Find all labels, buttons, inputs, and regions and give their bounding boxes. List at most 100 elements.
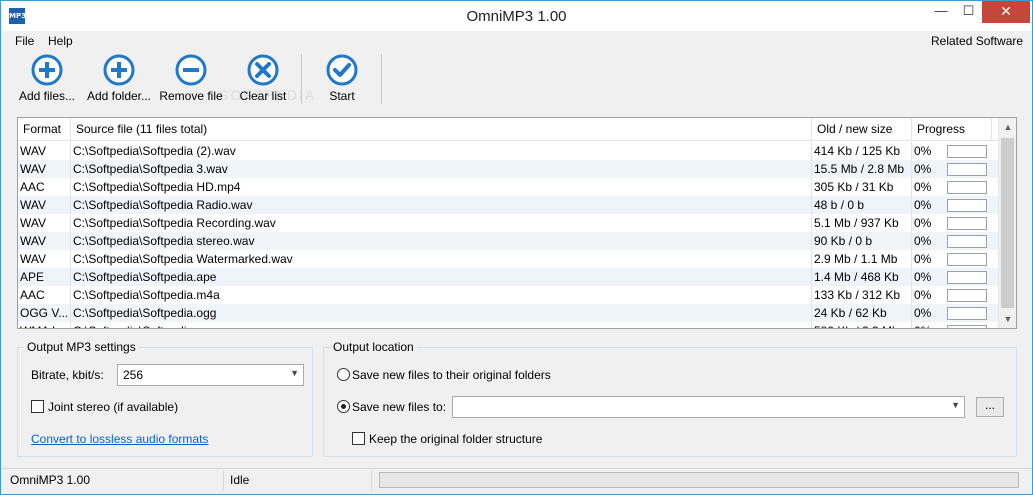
bitrate-value: 256 [123,368,144,382]
cell-progress: 0% [914,234,932,248]
status-state: Idle [230,473,250,487]
bitrate-label: Bitrate, kbit/s: [31,368,104,382]
menu-help[interactable]: Help [48,34,73,48]
clear-list-button[interactable]: Clear list [236,54,290,106]
maximize-button[interactable]: ☐ [955,1,982,23]
row-progress-bar [947,307,987,320]
toolbar-separator [381,54,382,104]
cell-progress: 0% [914,270,932,284]
remove-file-label: Remove file [159,89,223,103]
scroll-thumb[interactable] [1001,138,1014,308]
overall-progress-bar [379,472,1019,488]
table-row[interactable]: APE C:\Softpedia\Softpedia.ape 1.4 Mb / 46… [18,268,998,286]
cell-progress: 0% [914,144,932,158]
menu-related-software[interactable]: Related Software [931,34,1023,48]
cell-source: C:\Softpedia\Softpedia.ogg [71,304,812,322]
title-bar: MP3 OmniMP3 1.00 — ☐ ✕ [1,1,1032,31]
cell-source: C:\Softpedia\Softpedia HD.mp4 [71,178,812,196]
row-progress-bar [947,199,987,212]
add-files-label: Add files... [18,89,76,103]
keep-structure-checkbox[interactable] [352,432,365,445]
cell-size: 414 Kb / 125 Kb [812,142,912,160]
scroll-down-icon[interactable]: ▼ [999,310,1016,328]
toolbar-separator [301,54,302,104]
row-progress-bar [947,145,987,158]
column-source-header[interactable]: Source file (11 files total) [71,118,812,141]
row-progress-bar [947,253,987,266]
menu-file[interactable]: File [15,34,34,48]
chevron-down-icon: ▼ [951,400,960,410]
minus-circle-icon [175,54,207,86]
x-circle-icon [247,54,279,86]
save-to-radio[interactable] [337,400,350,413]
cell-source: C:\Softpedia\Softpedia stereo.wav [71,232,812,250]
save-to-path-select[interactable]: ▼ [452,396,965,418]
cell-source: C:\Softpedia\Softpedia Watermarked.wav [71,250,812,268]
close-button[interactable]: ✕ [982,1,1030,23]
check-circle-icon [326,54,358,86]
chevron-down-icon: ▼ [290,368,299,378]
row-progress-bar [947,163,987,176]
column-progress-header[interactable]: Progress [912,118,992,141]
convert-lossless-link[interactable]: Convert to lossless audio formats [31,432,208,446]
joint-stereo-checkbox[interactable] [31,400,44,413]
column-size-header[interactable]: Old / new size [812,118,912,141]
cell-progress: 0% [914,198,932,212]
cell-progress: 0% [914,288,932,302]
original-folders-label: Save new files to their original folders [352,368,551,382]
cell-progress: 0% [912,322,947,328]
joint-stereo-label: Joint stereo (if available) [48,400,179,414]
table-row[interactable]: OGG V... C:\Softpedia\Softpedia.ogg 24 Kb … [18,304,998,322]
start-button[interactable]: Start [319,54,365,106]
table-row[interactable]: WAV C:\Softpedia\Softpedia stereo.wav 90 K… [18,232,998,250]
list-scrollbar[interactable]: ▲ ▼ [998,118,1016,328]
cell-size: 90 Kb / 0 b [812,232,912,250]
cell-progress: 0% [914,252,932,266]
original-folders-radio[interactable] [337,368,350,381]
cell-size: 5.1 Mb / 937 Kb [812,214,912,232]
file-list[interactable]: Format Source file (11 files total) Old … [17,117,1017,329]
cell-source: C:\Softpedia\Softpedia Recording.wav [71,214,812,232]
status-app-name: OmniMP3 1.00 [10,473,91,487]
remove-file-button[interactable]: Remove file [157,54,225,106]
cell-source: C:\Softpedia\Softpedia (2).wav [71,142,812,160]
table-row[interactable]: AAC C:\Softpedia\Softpedia.m4a 133 Kb / 31… [18,286,998,304]
table-row[interactable]: WAV C:\Softpedia\Softpedia (2).wav 414 Kb … [18,142,998,160]
list-rows: WAV C:\Softpedia\Softpedia (2).wav 414 Kb … [18,142,998,328]
cell-format: WAV [18,214,71,232]
add-folder-label: Add folder... [86,89,152,103]
status-separator [223,471,224,491]
table-row[interactable]: WAV C:\Softpedia\Softpedia Watermarked.wa… [18,250,998,268]
cell-progress: 0% [914,162,932,176]
window-title: OmniMP3 1.00 [466,8,567,25]
table-row[interactable]: WAV C:\Softpedia\Softpedia Recording.wav 5… [18,214,998,232]
browse-button[interactable]: ... [976,397,1004,417]
table-row[interactable]: WAV C:\Softpedia\Softpedia 3.wav 15.5 Mb /… [18,160,998,178]
status-bar: OmniMP3 1.00 Idle [1,468,1032,494]
row-progress-bar [947,271,987,284]
table-row[interactable]: WMA L...C:\Softpedia\Softpedia...580 Kb … [18,322,998,328]
cell-format: WAV [18,250,71,268]
table-row[interactable]: WAV C:\Softpedia\Softpedia Radio.wav 48 b … [18,196,998,214]
cell-size: 2.9 Mb / 1.1 Mb [812,250,912,268]
row-progress-bar [947,289,987,302]
cell-source: C:\Softpedia\Softpedia 3.wav [71,160,812,178]
cell-format: AAC [18,286,71,304]
table-row[interactable]: AAC C:\Softpedia\Softpedia HD.mp4 305 Kb /… [18,178,998,196]
output-mp3-settings-group: Output MP3 settings Bitrate, kbit/s: 256… [17,340,313,457]
app-window: MP3 OmniMP3 1.00 — ☐ ✕ File Help Related… [0,0,1033,495]
minimize-button[interactable]: — [927,1,955,23]
column-format-header[interactable]: Format [18,118,71,141]
cell-size: 48 b / 0 b [812,196,912,214]
save-to-label: Save new files to: [352,400,447,414]
add-files-button[interactable]: Add files... [15,54,79,106]
cell-format: WMA L... [18,322,71,328]
add-folder-button[interactable]: Add folder... [84,54,154,106]
bitrate-select[interactable]: 256 ▼ [117,364,304,386]
cell-format: AAC [18,178,71,196]
cell-size: 133 Kb / 312 Kb [812,286,912,304]
scroll-up-icon[interactable]: ▲ [999,118,1016,136]
output-location-group: Output location Save new files to their … [323,340,1017,457]
group-title: Output MP3 settings [24,340,139,354]
cell-size: 15.5 Mb / 2.8 Mb [812,160,912,178]
